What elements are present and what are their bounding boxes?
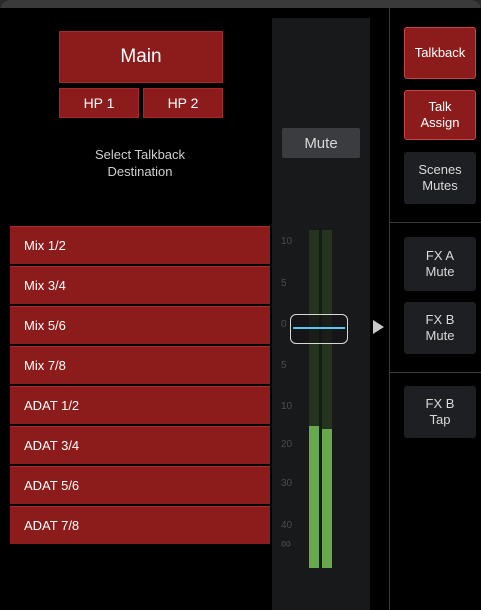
expand-arrow-icon[interactable] <box>373 320 384 334</box>
scale-label-5: 5 <box>281 278 287 289</box>
scenes-mutes-button[interactable]: Scenes Mutes <box>404 152 476 204</box>
fx-a-mute-button[interactable]: FX A Mute <box>404 237 476 291</box>
destination-mix-5-6[interactable]: Mix 5/6 <box>10 306 270 344</box>
hp1-destination-button[interactable]: HP 1 <box>59 88 139 118</box>
destination-mix-3-4[interactable]: Mix 3/4 <box>10 266 270 304</box>
talkback-panel: Main HP 1 HP 2 Select Talkback Destinati… <box>0 0 481 610</box>
fader-handle[interactable] <box>290 314 348 344</box>
fx-b-mute-line1: FX B <box>425 312 455 327</box>
destination-adat-3-4[interactable]: ADAT 3/4 <box>10 426 270 464</box>
talk-assign-line1: Talk <box>428 99 452 114</box>
select-label-line1: Select Talkback <box>94 147 186 162</box>
fx-b-mute-line2: Mute <box>425 328 455 343</box>
meter-right <box>322 230 332 568</box>
fx-a-line2: Mute <box>425 264 455 279</box>
scale-label-minus-10: 10 <box>281 401 293 412</box>
fader-position-line <box>293 327 345 329</box>
column-divider <box>389 8 390 610</box>
fx-b-tap-line2: Tap <box>429 412 451 427</box>
scale-label-0: 0 <box>281 319 287 330</box>
fx-b-mute-button[interactable]: FX B Mute <box>404 302 476 354</box>
fx-b-tap-button[interactable]: FX B Tap <box>404 386 476 438</box>
destination-mix-1-2[interactable]: Mix 1/2 <box>10 226 270 264</box>
hp2-destination-button[interactable]: HP 2 <box>143 88 223 118</box>
destination-adat-1-2[interactable]: ADAT 1/2 <box>10 386 270 424</box>
scenes-line2: Mutes <box>422 178 458 193</box>
section-divider-2 <box>390 372 481 373</box>
fx-a-line1: FX A <box>425 248 455 263</box>
main-destination-button[interactable]: Main <box>59 31 223 83</box>
mute-button[interactable]: Mute <box>282 128 360 158</box>
scale-label-minus-40: 40 <box>281 520 293 531</box>
talkback-destination-panel: Main HP 1 HP 2 Select Talkback Destinati… <box>0 8 270 610</box>
meter-left <box>309 230 319 568</box>
top-edge <box>0 0 481 8</box>
scale-label-infinity: ∞ <box>281 535 291 551</box>
destination-mix-7-8[interactable]: Mix 7/8 <box>10 346 270 384</box>
destination-adat-5-6[interactable]: ADAT 5/6 <box>10 466 270 504</box>
meter-left-level <box>309 426 319 568</box>
select-talkback-destination-label: Select Talkback Destination <box>40 146 240 180</box>
talk-assign-line2: Assign <box>420 115 460 130</box>
talkback-channel-strip: Mute 10 5 0 5 10 20 30 40 ∞ <box>272 18 370 610</box>
meter-right-level <box>322 429 332 568</box>
destination-adat-7-8[interactable]: ADAT 7/8 <box>10 506 270 544</box>
scenes-line1: Scenes <box>418 162 462 177</box>
scale-label-minus-5: 5 <box>281 360 287 371</box>
destination-list: Mix 1/2 Mix 3/4 Mix 5/6 Mix 7/8 ADAT 1/2… <box>10 226 270 546</box>
talkback-button[interactable]: Talkback <box>404 27 476 79</box>
fx-b-tap-line1: FX B <box>425 396 455 411</box>
talk-assign-button[interactable]: Talk Assign <box>404 90 476 140</box>
select-label-line2: Destination <box>107 164 173 179</box>
scale-label-minus-30: 30 <box>281 478 293 489</box>
scale-label-10: 10 <box>281 236 293 247</box>
scale-label-minus-20: 20 <box>281 439 293 450</box>
section-divider-1 <box>390 222 481 223</box>
